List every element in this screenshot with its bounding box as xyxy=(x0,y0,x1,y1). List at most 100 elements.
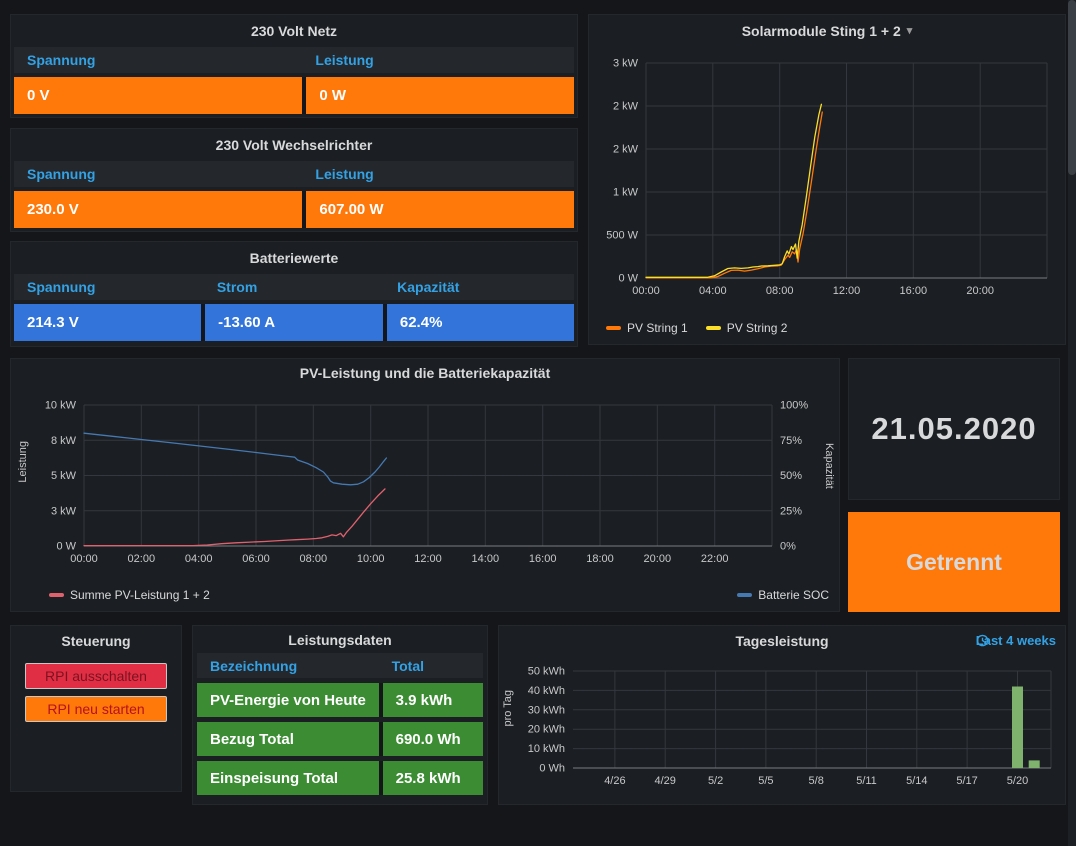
scrollbar-thumb[interactable] xyxy=(1068,0,1076,175)
panel-datum: 21.05.2020 xyxy=(848,358,1060,500)
svg-text:8 kW: 8 kW xyxy=(51,435,77,447)
solarmodule-chart[interactable]: 0 W500 W1 kW2 kW2 kW3 kW00:0004:0008:001… xyxy=(589,45,1065,312)
pv-leistung-legend: Summe PV-Leistung 1 + 2 Batterie SOC xyxy=(49,588,829,602)
legend-label: PV String 1 xyxy=(627,321,688,335)
svg-text:10:00: 10:00 xyxy=(357,553,385,565)
panel-title-steuerung[interactable]: Steuerung xyxy=(11,626,181,656)
dashboard: 230 Volt Netz Spannung Leistung 0 V 0 W … xyxy=(0,0,1076,846)
legend-item-pv-string-1[interactable]: PV String 1 xyxy=(606,321,688,335)
svg-text:16:00: 16:00 xyxy=(900,285,928,297)
svg-text:4/29: 4/29 xyxy=(654,775,675,787)
col-header-bezeichnung[interactable]: Bezeichnung xyxy=(197,653,379,678)
getrennt-button[interactable]: Getrennt xyxy=(848,512,1060,612)
svg-text:50 kWh: 50 kWh xyxy=(528,666,565,678)
col-header-wr-leistung[interactable]: Leistung xyxy=(302,161,574,187)
panel-title-text: Leistungsdaten xyxy=(288,632,391,648)
svg-text:4/26: 4/26 xyxy=(604,775,625,787)
svg-text:12:00: 12:00 xyxy=(414,553,442,565)
svg-text:5/11: 5/11 xyxy=(856,775,877,787)
table-row: Einspeisung Total 25.8 kWh xyxy=(197,761,483,795)
legend-label: PV String 2 xyxy=(727,321,788,335)
svg-text:08:00: 08:00 xyxy=(300,553,328,565)
svg-text:5/5: 5/5 xyxy=(758,775,773,787)
col-header-wr-spannung[interactable]: Spannung xyxy=(14,161,302,187)
legend-item-summe-pv-leistung[interactable]: Summe PV-Leistung 1 + 2 xyxy=(49,588,210,602)
col-header-netz-spannung[interactable]: Spannung xyxy=(14,47,302,73)
svg-text:10 kWh: 10 kWh xyxy=(528,743,565,755)
svg-text:5/8: 5/8 xyxy=(809,775,824,787)
col-header-bat-kapazitaet[interactable]: Kapazität xyxy=(384,274,574,300)
table-row: Bezug Total 690.0 Wh xyxy=(197,722,483,756)
panel-verbindungsstatus: Getrennt xyxy=(848,512,1060,612)
panel-title-batteriewerte[interactable]: Batteriewerte xyxy=(11,242,577,274)
chevron-down-icon: ▾ xyxy=(907,26,913,37)
svg-text:04:00: 04:00 xyxy=(699,285,727,297)
col-header-total[interactable]: Total xyxy=(379,653,483,678)
rpi-ausschalten-button[interactable]: RPI ausschalten xyxy=(25,663,167,689)
svg-text:50%: 50% xyxy=(780,470,802,482)
legend-item-batterie-soc[interactable]: Batterie SOC xyxy=(737,588,829,602)
netz-header-row: Spannung Leistung xyxy=(14,47,574,73)
panel-tagesleistung: Tagesleistung Last 4 weeks pro Tag 0 Wh1… xyxy=(498,625,1066,805)
panel-leistungsdaten: Leistungsdaten Bezeichnung Total PV-Ener… xyxy=(192,625,488,805)
legend-label: Summe PV-Leistung 1 + 2 xyxy=(70,588,210,602)
svg-text:02:00: 02:00 xyxy=(128,553,156,565)
svg-text:20:00: 20:00 xyxy=(966,285,994,297)
legend-chip-icon xyxy=(737,593,752,597)
tagesleistung-chart[interactable]: 0 Wh10 kWh20 kWh30 kWh40 kWh50 kWh4/264/… xyxy=(499,652,1065,806)
panel-230v-wechselrichter: 230 Volt Wechselrichter Spannung Leistun… xyxy=(10,128,578,232)
col-header-bat-spannung[interactable]: Spannung xyxy=(14,274,204,300)
panel-title-netz[interactable]: 230 Volt Netz xyxy=(11,15,577,47)
pv-leistung-chart[interactable]: 0 W3 kW5 kW8 kW10 kW0%25%50%75%100%00:00… xyxy=(11,387,839,579)
svg-text:5/20: 5/20 xyxy=(1007,775,1028,787)
panel-title-text: Batteriewerte xyxy=(250,250,339,266)
col-header-bat-strom[interactable]: Strom xyxy=(204,274,384,300)
value-bat-strom: -13.60 A xyxy=(205,304,383,341)
svg-text:06:00: 06:00 xyxy=(242,553,270,565)
legend-chip-icon xyxy=(49,593,64,597)
time-range-picker[interactable]: Last 4 weeks xyxy=(976,633,1056,648)
svg-text:30 kWh: 30 kWh xyxy=(528,704,565,716)
wechselrichter-value-row: 230.0 V 607.00 W xyxy=(14,191,574,228)
scrollbar-track xyxy=(1068,0,1076,846)
panel-title-wechselrichter[interactable]: 230 Volt Wechselrichter xyxy=(11,129,577,161)
panel-solarmodule: Solarmodule Sting 1 + 2 ▾ 0 W500 W1 kW2 … xyxy=(588,14,1066,345)
panel-title-text: Solarmodule Sting 1 + 2 xyxy=(742,23,901,39)
clock-icon xyxy=(976,634,989,647)
panel-pv-leistung-batteriekapazitaet: PV-Leistung und die Batteriekapazität Le… xyxy=(10,358,840,612)
table-row: PV-Energie von Heute 3.9 kWh xyxy=(197,683,483,717)
panel-steuerung: Steuerung RPI ausschalten RPI neu starte… xyxy=(10,625,182,792)
value-bat-kapazitaet: 62.4% xyxy=(387,304,574,341)
solarmodule-legend: PV String 1 PV String 2 xyxy=(606,321,787,335)
svg-text:00:00: 00:00 xyxy=(632,285,660,297)
svg-text:08:00: 08:00 xyxy=(766,285,794,297)
batterie-value-row: 214.3 V -13.60 A 62.4% xyxy=(14,304,574,341)
leistungsdaten-header-row: Bezeichnung Total xyxy=(197,653,483,678)
cell-bezug-total: Bezug Total xyxy=(197,722,379,756)
svg-text:14:00: 14:00 xyxy=(472,553,500,565)
rpi-neu-starten-button[interactable]: RPI neu starten xyxy=(25,696,167,722)
cell-bezug-total-value: 690.0 Wh xyxy=(383,722,483,756)
current-date: 21.05.2020 xyxy=(871,411,1036,447)
value-wr-leistung: 607.00 W xyxy=(306,191,574,228)
value-netz-leistung: 0 W xyxy=(306,77,574,114)
value-bat-spannung: 214.3 V xyxy=(14,304,201,341)
panel-batteriewerte: Batteriewerte Spannung Strom Kapazität 2… xyxy=(10,241,578,347)
svg-text:12:00: 12:00 xyxy=(833,285,861,297)
panel-title-leistungsdaten[interactable]: Leistungsdaten xyxy=(193,626,487,653)
value-wr-spannung: 230.0 V xyxy=(14,191,302,228)
panel-title-text: PV-Leistung und die Batteriekapazität xyxy=(300,365,551,381)
legend-item-pv-string-2[interactable]: PV String 2 xyxy=(706,321,788,335)
svg-text:75%: 75% xyxy=(780,435,802,447)
svg-text:0%: 0% xyxy=(780,541,796,553)
cell-einspeisung-total: Einspeisung Total xyxy=(197,761,379,795)
panel-title-text: 230 Volt Wechselrichter xyxy=(216,137,373,153)
svg-text:500 W: 500 W xyxy=(606,230,638,242)
panel-title-solarmodule[interactable]: Solarmodule Sting 1 + 2 ▾ xyxy=(589,15,1065,47)
col-header-netz-leistung[interactable]: Leistung xyxy=(302,47,574,73)
svg-text:40 kWh: 40 kWh xyxy=(528,685,565,697)
panel-title-text: Tagesleistung xyxy=(735,633,828,649)
panel-230v-netz: 230 Volt Netz Spannung Leistung 0 V 0 W xyxy=(10,14,578,118)
panel-title-pv-leistung[interactable]: PV-Leistung und die Batteriekapazität xyxy=(11,359,839,387)
cell-einspeisung-total-value: 25.8 kWh xyxy=(383,761,483,795)
